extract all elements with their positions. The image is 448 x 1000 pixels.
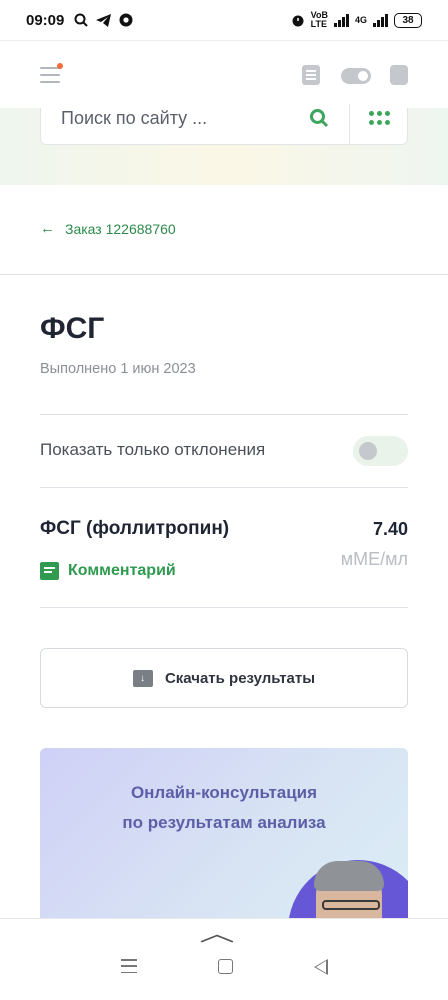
download-label: Скачать результаты (164, 669, 316, 687)
network-type-label: 4G (354, 15, 367, 25)
toggle-icon[interactable] (341, 68, 371, 84)
search-icon (74, 13, 89, 27)
bag-icon[interactable] (390, 65, 408, 85)
folder-download-icon: ↓ (132, 669, 153, 687)
signal-icon-2 (373, 13, 388, 27)
app-header (0, 40, 448, 110)
completed-date: Выполнено 1 июн 2023 (40, 361, 196, 377)
hamburger-icon[interactable] (40, 63, 63, 83)
back-to-order-link[interactable]: ← Заказ 122688760 (40, 220, 176, 237)
chrome-icon (119, 13, 133, 27)
search-icon[interactable] (309, 108, 329, 128)
battery-icon: 38 (394, 12, 422, 28)
back-link-label: Заказ 122688760 (65, 220, 176, 237)
download-results-button[interactable]: ↓ Скачать результаты (40, 648, 408, 708)
telegram-icon (96, 13, 112, 27)
result-unit: мМЕ/мл (340, 549, 408, 569)
alarm-icon (292, 15, 304, 27)
section-divider (0, 274, 448, 275)
status-time: 09:09 (26, 11, 65, 29)
deviation-toggle-label: Показать только отклонения (40, 440, 266, 459)
result-name: ФСГ (фоллитропин) (40, 518, 230, 539)
doctor-hair (314, 861, 384, 891)
page-title: ФСГ (40, 312, 105, 345)
grid-menu-icon[interactable] (369, 111, 390, 125)
result-value: 7.40 (372, 519, 408, 539)
back-button[interactable] (313, 959, 328, 975)
signal-icon (333, 13, 349, 27)
home-button[interactable] (217, 959, 233, 974)
list-icon[interactable] (302, 65, 320, 85)
search-input[interactable]: Поиск по сайту ... (61, 108, 207, 129)
divider (40, 607, 408, 608)
network-label: VoB LTE (310, 10, 328, 29)
search-box[interactable]: Поиск по сайту ... (40, 104, 408, 145)
search-divider (349, 104, 350, 145)
status-bar: 09:09 VoB LTE 4G 38 (0, 0, 448, 40)
banner-line-2: по результатам анализа (122, 813, 326, 832)
banner-line-1: Онлайн-консультация (130, 783, 318, 802)
chevron-up-icon[interactable]: ︿ (199, 923, 234, 945)
bottom-navigation: ︿ (0, 918, 448, 1000)
divider (40, 414, 408, 415)
divider (40, 487, 408, 488)
recent-apps-button[interactable] (120, 959, 137, 973)
consultation-banner[interactable]: Онлайн-консультация по результатам анали… (40, 748, 408, 928)
doctor-glasses (322, 900, 380, 910)
comment-icon (40, 562, 59, 580)
comment-label: Комментарий (68, 562, 176, 579)
arrow-left-icon: ← (40, 220, 55, 237)
deviation-toggle[interactable] (353, 436, 408, 466)
toggle-knob (359, 442, 377, 460)
notification-dot-icon (57, 63, 63, 69)
comment-link[interactable]: Комментарий (40, 562, 176, 580)
